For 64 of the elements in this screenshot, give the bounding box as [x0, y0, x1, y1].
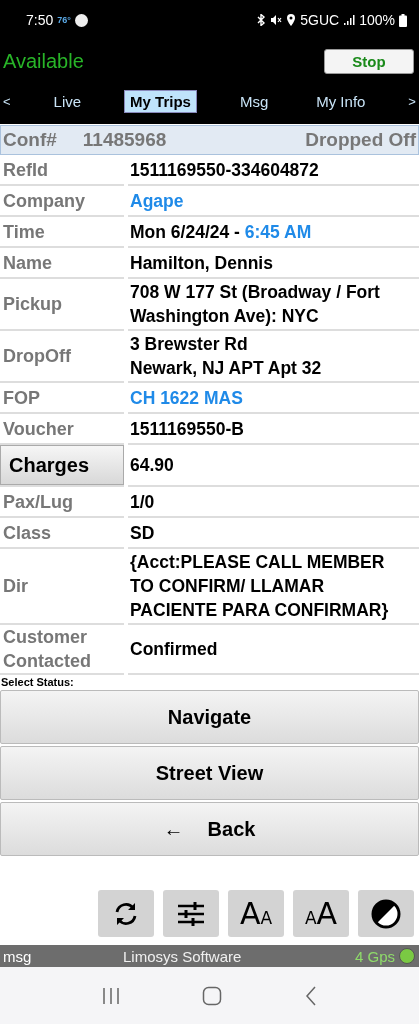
weather-icon	[74, 13, 88, 27]
action-button[interactable]: Street View	[0, 746, 419, 800]
field-value: 1511169550-B	[130, 417, 244, 441]
gps-count: 4 Gps	[354, 947, 395, 965]
location-icon	[286, 14, 297, 26]
field-value: 708 W 177 St (Broadway / Fort Washington Ave): NYC	[130, 281, 381, 328]
refresh-button[interactable]	[98, 890, 154, 937]
field-value: CH 1622 MAS	[130, 386, 243, 410]
footer-brand: Limosys Software	[123, 947, 243, 965]
field-value: Mon 6/24/24 - 6:45 AM	[130, 220, 312, 244]
field-label: DropOff	[3, 345, 71, 368]
font-size-button[interactable]: AA	[293, 890, 349, 937]
tab[interactable]: My Info	[311, 90, 371, 112]
tab[interactable]: My Trips	[124, 89, 197, 113]
tab[interactable]: Msg	[234, 90, 274, 112]
back-button[interactable]: ← Back	[0, 802, 419, 856]
contrast-icon	[370, 897, 402, 930]
mute-icon	[270, 14, 283, 26]
temperature: 76°	[57, 15, 71, 25]
sliders-icon	[176, 899, 206, 928]
tab[interactable]: Live	[48, 90, 87, 112]
field-label: Name	[3, 251, 53, 275]
recent-apps-icon[interactable]	[100, 986, 121, 1005]
network-label: 5GUC	[300, 12, 340, 28]
field-value: Confirmed	[130, 638, 218, 661]
field-value: SD	[130, 521, 155, 545]
field-value: 1511169550-334604872	[130, 158, 319, 182]
field-value: 1/0	[130, 490, 155, 514]
font-size-button[interactable]: AA	[228, 890, 284, 937]
driver-status: Available	[3, 49, 84, 73]
footer-msg: msg	[3, 947, 33, 965]
select-status-label: Select Status:	[0, 675, 75, 690]
battery-level: 100%	[359, 12, 395, 28]
field-label: FOP	[3, 386, 40, 410]
trip-state: Dropped Off	[305, 129, 416, 151]
charges-button[interactable]: Charges	[0, 445, 124, 485]
previous-tab-arrow[interactable]: <	[3, 93, 11, 109]
next-tab-arrow[interactable]: >	[408, 93, 416, 109]
field-label: Voucher	[3, 417, 74, 441]
signal-icon	[343, 14, 356, 26]
field-value: 3 Brewster Rd Newark, NJ APT Apt 32	[130, 333, 322, 380]
field-label: RefId	[3, 158, 48, 182]
field-label: Class	[3, 521, 52, 545]
field-label: Pax/Lug	[3, 490, 73, 514]
bluetooth-icon	[256, 14, 267, 26]
field-label: Time	[3, 220, 45, 244]
field-label: Customer Contacted	[3, 626, 92, 673]
battery-icon	[399, 13, 407, 27]
conf-label: Conf#	[3, 129, 57, 151]
field-value: Hamilton, Dennis	[130, 251, 273, 275]
back-icon[interactable]	[304, 985, 319, 1006]
settings-button[interactable]	[163, 890, 219, 937]
field-label: Dir	[3, 575, 28, 598]
field-label: Pickup	[3, 293, 63, 316]
home-icon[interactable]	[202, 985, 223, 1006]
field-value: 64.90	[130, 454, 174, 477]
contrast-button[interactable]	[358, 890, 414, 937]
stop-button[interactable]: Stop	[324, 48, 414, 74]
field-label: Company	[3, 189, 85, 213]
field-value: Agape	[130, 189, 184, 213]
clock: 7:50	[26, 12, 54, 28]
field-value: {Acct:PLEASE CALL MEMBER TO CONFIRM/ LLAMAR PACIENTE PARA CONFIRMAR}	[130, 551, 390, 622]
conf-number: 11485968	[82, 129, 168, 151]
action-button[interactable]: Navigate	[0, 690, 419, 744]
